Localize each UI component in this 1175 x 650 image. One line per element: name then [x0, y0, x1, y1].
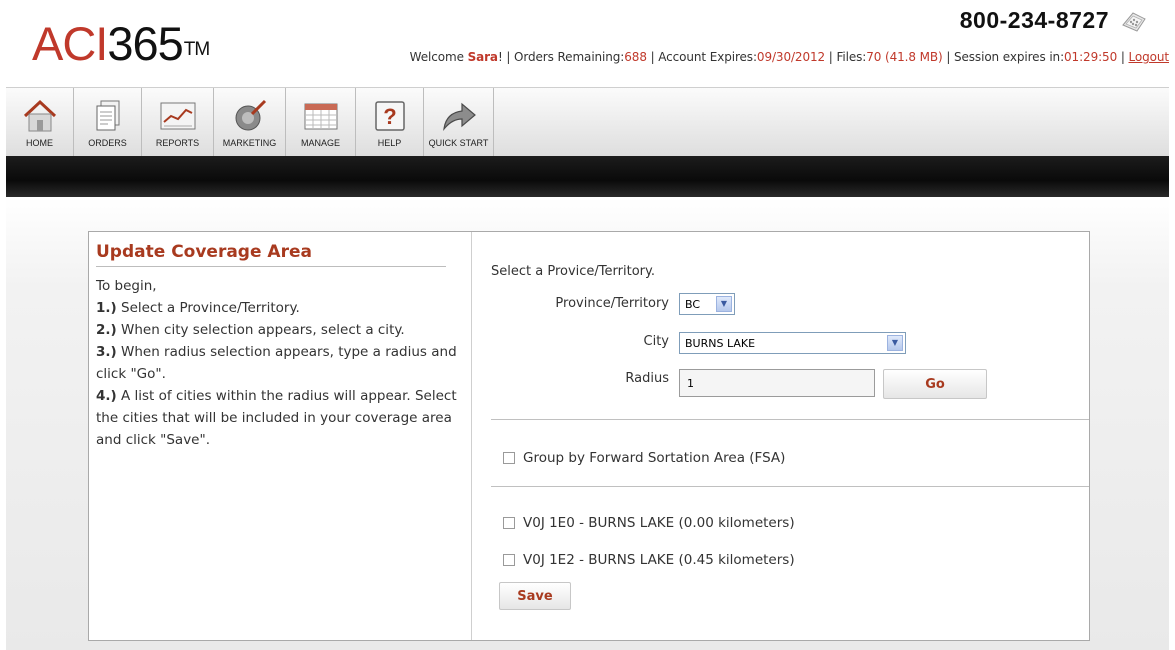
- user-name: Sara: [467, 50, 498, 64]
- account-status-bar: Welcome Sara! | Orders Remaining:688 | A…: [410, 50, 1169, 64]
- orders-icon: [88, 98, 128, 134]
- orders-remaining-label: ! | Orders Remaining:: [497, 50, 625, 64]
- account-expires-value: 09/30/2012: [756, 50, 826, 64]
- nav-label: MARKETING: [222, 138, 277, 148]
- logout-link[interactable]: Logout: [1129, 50, 1170, 64]
- go-button[interactable]: Go: [883, 369, 987, 399]
- result-row[interactable]: V0J 1E2 - BURNS LAKE (0.45 kilometers): [503, 552, 795, 568]
- chevron-down-icon: ▼: [716, 296, 732, 312]
- nav-bar-divider: [6, 156, 1169, 197]
- coverage-panel: Update Coverage Area To begin, 1.) Selec…: [88, 231, 1090, 641]
- result-checkbox[interactable]: [503, 517, 515, 529]
- step-text: When city selection appears, select a ci…: [116, 322, 405, 338]
- welcome-prefix: Welcome: [409, 50, 468, 64]
- step-number: 1.): [96, 300, 117, 316]
- province-select[interactable]: BC ▼: [679, 293, 735, 315]
- divider: [491, 486, 1089, 487]
- nav-label: HOME: [26, 138, 53, 148]
- main-nav: HOME ORDERS REPORTS MARKETING MANAGE ? H…: [6, 87, 1169, 156]
- city-select[interactable]: BURNS LAKE ▼: [679, 332, 906, 354]
- logo-trademark: TM: [183, 39, 210, 60]
- nav-home[interactable]: HOME: [6, 88, 74, 156]
- nav-manage[interactable]: MANAGE: [286, 88, 356, 156]
- phone-handset-icon: [1122, 12, 1146, 32]
- nav-label: MANAGE: [300, 138, 340, 148]
- quick-start-icon: [439, 98, 479, 134]
- nav-quick-start[interactable]: QUICK START: [424, 88, 494, 156]
- result-row[interactable]: V0J 1E0 - BURNS LAKE (0.00 kilometers): [503, 515, 795, 531]
- home-icon: [20, 98, 60, 134]
- save-button[interactable]: Save: [499, 582, 571, 610]
- divider: [491, 419, 1089, 420]
- phone-number: 800-234-8727: [959, 6, 1109, 33]
- nav-help[interactable]: ? HELP: [356, 88, 424, 156]
- marketing-icon: [230, 98, 270, 134]
- account-expires-label: | Account Expires:: [646, 50, 757, 64]
- radius-input[interactable]: 1: [679, 369, 875, 397]
- step-1: 1.) Select a Province/Territory.: [96, 297, 462, 319]
- nav-reports[interactable]: REPORTS: [142, 88, 214, 156]
- result-label: V0J 1E2 - BURNS LAKE (0.45 kilometers): [523, 552, 795, 568]
- session-label: | Session expires in:: [942, 50, 1065, 64]
- nav-label: HELP: [377, 138, 402, 148]
- nav-label: REPORTS: [155, 138, 200, 148]
- group-by-fsa-row[interactable]: Group by Forward Sortation Area (FSA): [503, 450, 785, 466]
- files-label: | Files:: [825, 50, 867, 64]
- step-text: When radius selection appears, type a ra…: [96, 344, 457, 382]
- phone-row: 800-234-8727: [960, 4, 1149, 36]
- radius-value: 1: [687, 376, 694, 390]
- help-icon: ?: [370, 98, 410, 134]
- step-text: A list of cities within the radius will …: [96, 388, 457, 448]
- step-number: 4.): [96, 388, 117, 404]
- logo-number: 365: [107, 17, 183, 70]
- group-by-fsa-checkbox[interactable]: [503, 452, 515, 464]
- step-2: 2.) When city selection appears, select …: [96, 319, 462, 341]
- result-checkbox[interactable]: [503, 554, 515, 566]
- logo-text: ACI: [32, 17, 108, 70]
- radius-label: Radius: [625, 371, 669, 386]
- orders-remaining-value: 688: [624, 50, 647, 64]
- manage-icon: [301, 98, 341, 134]
- session-value: 01:29:50: [1064, 50, 1118, 64]
- files-value: 70 (41.8 MB): [866, 50, 943, 64]
- step-3: 3.) When radius selection appears, type …: [96, 341, 462, 385]
- group-by-fsa-label: Group by Forward Sortation Area (FSA): [523, 450, 786, 466]
- instructions-column: Update Coverage Area To begin, 1.) Selec…: [89, 232, 472, 640]
- form-column: Select a Provice/Territory. Province/Ter…: [473, 232, 1089, 640]
- logo[interactable]: ACI365TM: [32, 17, 210, 70]
- separator: |: [1117, 50, 1129, 64]
- city-value: BURNS LAKE: [685, 336, 756, 350]
- nav-orders[interactable]: ORDERS: [74, 88, 142, 156]
- svg-text:?: ?: [383, 104, 396, 129]
- nav-marketing[interactable]: MARKETING: [214, 88, 286, 156]
- step-number: 3.): [96, 344, 117, 360]
- nav-label: QUICK START: [428, 138, 489, 148]
- nav-label: ORDERS: [88, 138, 127, 148]
- province-value: BC: [685, 297, 701, 311]
- city-label: City: [643, 334, 669, 349]
- reports-icon: [158, 98, 198, 134]
- chevron-down-icon: ▼: [887, 335, 903, 351]
- step-number: 2.): [96, 322, 117, 338]
- select-prompt: Select a Provice/Territory.: [491, 264, 655, 279]
- step-4: 4.) A list of cities within the radius w…: [96, 385, 462, 451]
- intro-text: To begin,: [96, 278, 157, 294]
- panel-title: Update Coverage Area: [96, 242, 446, 267]
- step-text: Select a Province/Territory.: [116, 300, 300, 316]
- result-label: V0J 1E0 - BURNS LAKE (0.00 kilometers): [523, 515, 795, 531]
- instructions: To begin, 1.) Select a Province/Territor…: [96, 275, 462, 451]
- province-label: Province/Territory: [555, 296, 669, 311]
